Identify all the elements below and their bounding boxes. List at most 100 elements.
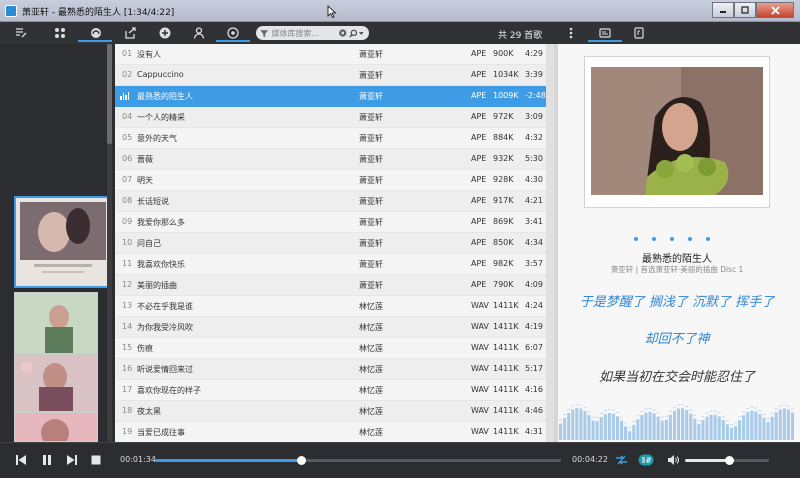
track-bitrate: 982K [493, 259, 514, 268]
table-row[interactable]: 14 为你我受冷风吹 林忆莲 WAV 1411K 4:19 [115, 317, 546, 338]
pager-dot[interactable] [634, 237, 638, 241]
table-row[interactable]: 06 蔷薇 萧亚轩 APE 932K 5:30 [115, 149, 546, 170]
previous-button[interactable] [14, 453, 28, 467]
playlist-scrollbar[interactable] [546, 44, 554, 442]
pause-icon [43, 455, 51, 465]
mute-button[interactable] [666, 453, 680, 467]
track-number: 06 [122, 154, 133, 163]
clear-search-icon[interactable] [339, 29, 347, 37]
library-search[interactable] [256, 26, 369, 40]
user-button[interactable] [192, 26, 206, 40]
next-button[interactable] [65, 453, 79, 467]
track-title: 伤痕 [137, 344, 153, 353]
user-icon [193, 27, 205, 39]
artwork-pager[interactable] [634, 237, 710, 241]
more-menu-button[interactable] [564, 26, 578, 40]
table-row[interactable]: 02 Cappuccino 萧亚轩 APE 1034K 3:39 [115, 65, 546, 86]
seek-bar[interactable] [155, 456, 561, 465]
seek-bar-handle[interactable] [297, 456, 307, 465]
grid-view-button[interactable] [53, 26, 67, 40]
add-button[interactable] [158, 26, 172, 40]
track-title: 当爱已成往事 [137, 428, 185, 437]
spectrum-bar [790, 412, 794, 440]
table-row[interactable]: 05 意外的天气 萧亚轩 APE 884K 4:32 [115, 128, 546, 149]
table-row[interactable]: 07 明天 萧亚轩 APE 928K 4:30 [115, 170, 546, 191]
minimize-button[interactable] [712, 2, 734, 18]
track-format: APE [471, 280, 487, 289]
track-title: 听说爱情回来过 [137, 365, 193, 374]
spectrum-bar [754, 411, 758, 440]
track-title: 长话短说 [137, 197, 169, 206]
now-playing-tab[interactable] [89, 26, 103, 40]
track-title: 我喜欢你快乐 [137, 260, 185, 269]
spectrum-peak [668, 410, 672, 412]
spectrum-peak [774, 408, 778, 410]
track-bitrate: 1411K [493, 343, 519, 352]
elapsed-time: 00:01:34 [120, 455, 156, 464]
table-row[interactable]: 18 夜太黑 林忆莲 WAV 1411K 4:46 [115, 401, 546, 422]
lyric-line: 却回不了神 [644, 332, 710, 347]
stop-button[interactable] [89, 453, 103, 467]
track-duration: 4:30 [525, 175, 543, 184]
spectrum-bar [697, 424, 701, 440]
track-number: 09 [122, 217, 133, 226]
search-icon[interactable] [349, 29, 358, 38]
track-number: 15 [122, 343, 133, 352]
search-input[interactable] [271, 28, 340, 38]
spectrum-bar [620, 420, 624, 440]
table-row[interactable]: 04 一个人的精采 萧亚轩 APE 972K 3:09 [115, 107, 546, 128]
close-button[interactable] [756, 2, 794, 18]
spectrum-peak [575, 404, 579, 406]
track-title: 为你我受冷风吹 [137, 323, 193, 332]
edit-list-button[interactable] [14, 26, 28, 40]
track-artist: 萧亚轩 [359, 218, 383, 227]
table-row[interactable]: 15 伤痕 林忆莲 WAV 1411K 6:07 [115, 338, 546, 359]
sound-effect-button[interactable] [638, 453, 654, 467]
pager-dot[interactable] [652, 237, 656, 241]
table-row-playing[interactable]: 最熟悉的陌生人 萧亚轩 APE 1009K -2:48 [115, 86, 546, 107]
playlist-view-button[interactable] [632, 26, 646, 40]
pager-dot[interactable] [670, 237, 674, 241]
covers-scrollbar[interactable] [107, 44, 112, 442]
track-number: 18 [122, 406, 133, 415]
table-row[interactable]: 16 听说爱情回来过 林忆莲 WAV 1411K 5:17 [115, 359, 546, 380]
track-number: 05 [122, 133, 133, 142]
document-music-icon [634, 27, 644, 39]
table-row[interactable]: 11 我喜欢你快乐 萧亚轩 APE 982K 3:57 [115, 254, 546, 275]
spectrum-peak [632, 420, 636, 422]
table-row[interactable]: 01 没有人 萧亚轩 APE 900K 4:29 [115, 44, 546, 65]
share-button[interactable] [123, 26, 137, 40]
album-cover[interactable] [14, 412, 98, 442]
table-row[interactable]: 13 不必在乎我是谁 林忆莲 WAV 1411K 4:24 [115, 296, 546, 317]
add-icon [159, 27, 171, 39]
album-cover[interactable] [14, 354, 98, 412]
table-row[interactable]: 12 美丽的插曲 萧亚轩 APE 790K 4:09 [115, 275, 546, 296]
pause-button[interactable] [40, 453, 54, 467]
track-title: 喜欢你现在的样子 [137, 386, 201, 395]
pager-dot[interactable] [688, 237, 692, 241]
table-row[interactable]: 17 喜欢你现在的样子 林忆莲 WAV 1411K 4:16 [115, 380, 546, 401]
pager-dot[interactable] [706, 237, 710, 241]
maximize-button[interactable] [734, 2, 756, 18]
more-vertical-icon [569, 27, 573, 39]
album-cover[interactable] [14, 292, 98, 354]
track-artist: 萧亚轩 [359, 134, 383, 143]
volume-slider-handle[interactable] [724, 456, 734, 465]
table-row[interactable]: 10 问自己 萧亚轩 APE 850K 4:34 [115, 233, 546, 254]
repeat-button[interactable] [614, 453, 628, 467]
spectrum-bar [705, 416, 709, 440]
spectrum-peak [644, 408, 648, 410]
disc-button[interactable] [226, 26, 240, 40]
album-cover-selected[interactable] [14, 196, 112, 288]
table-row[interactable]: 09 我爱你那么多 萧亚轩 APE 869K 3:41 [115, 212, 546, 233]
spectrum-bar [774, 412, 778, 440]
spectrum-peak [607, 409, 611, 411]
volume-slider[interactable] [685, 456, 769, 465]
chevron-down-icon[interactable] [358, 30, 365, 37]
table-row[interactable]: 19 当爱已成往事 林忆莲 WAV 1411K 4:31 [115, 422, 546, 442]
spectrum-bar [713, 414, 717, 440]
covers-scrollbar-thumb[interactable] [107, 44, 112, 144]
spectrum-bar [595, 421, 599, 440]
lyrics-view-button[interactable] [598, 26, 612, 40]
table-row[interactable]: 08 长话短说 萧亚轩 APE 917K 4:21 [115, 191, 546, 212]
